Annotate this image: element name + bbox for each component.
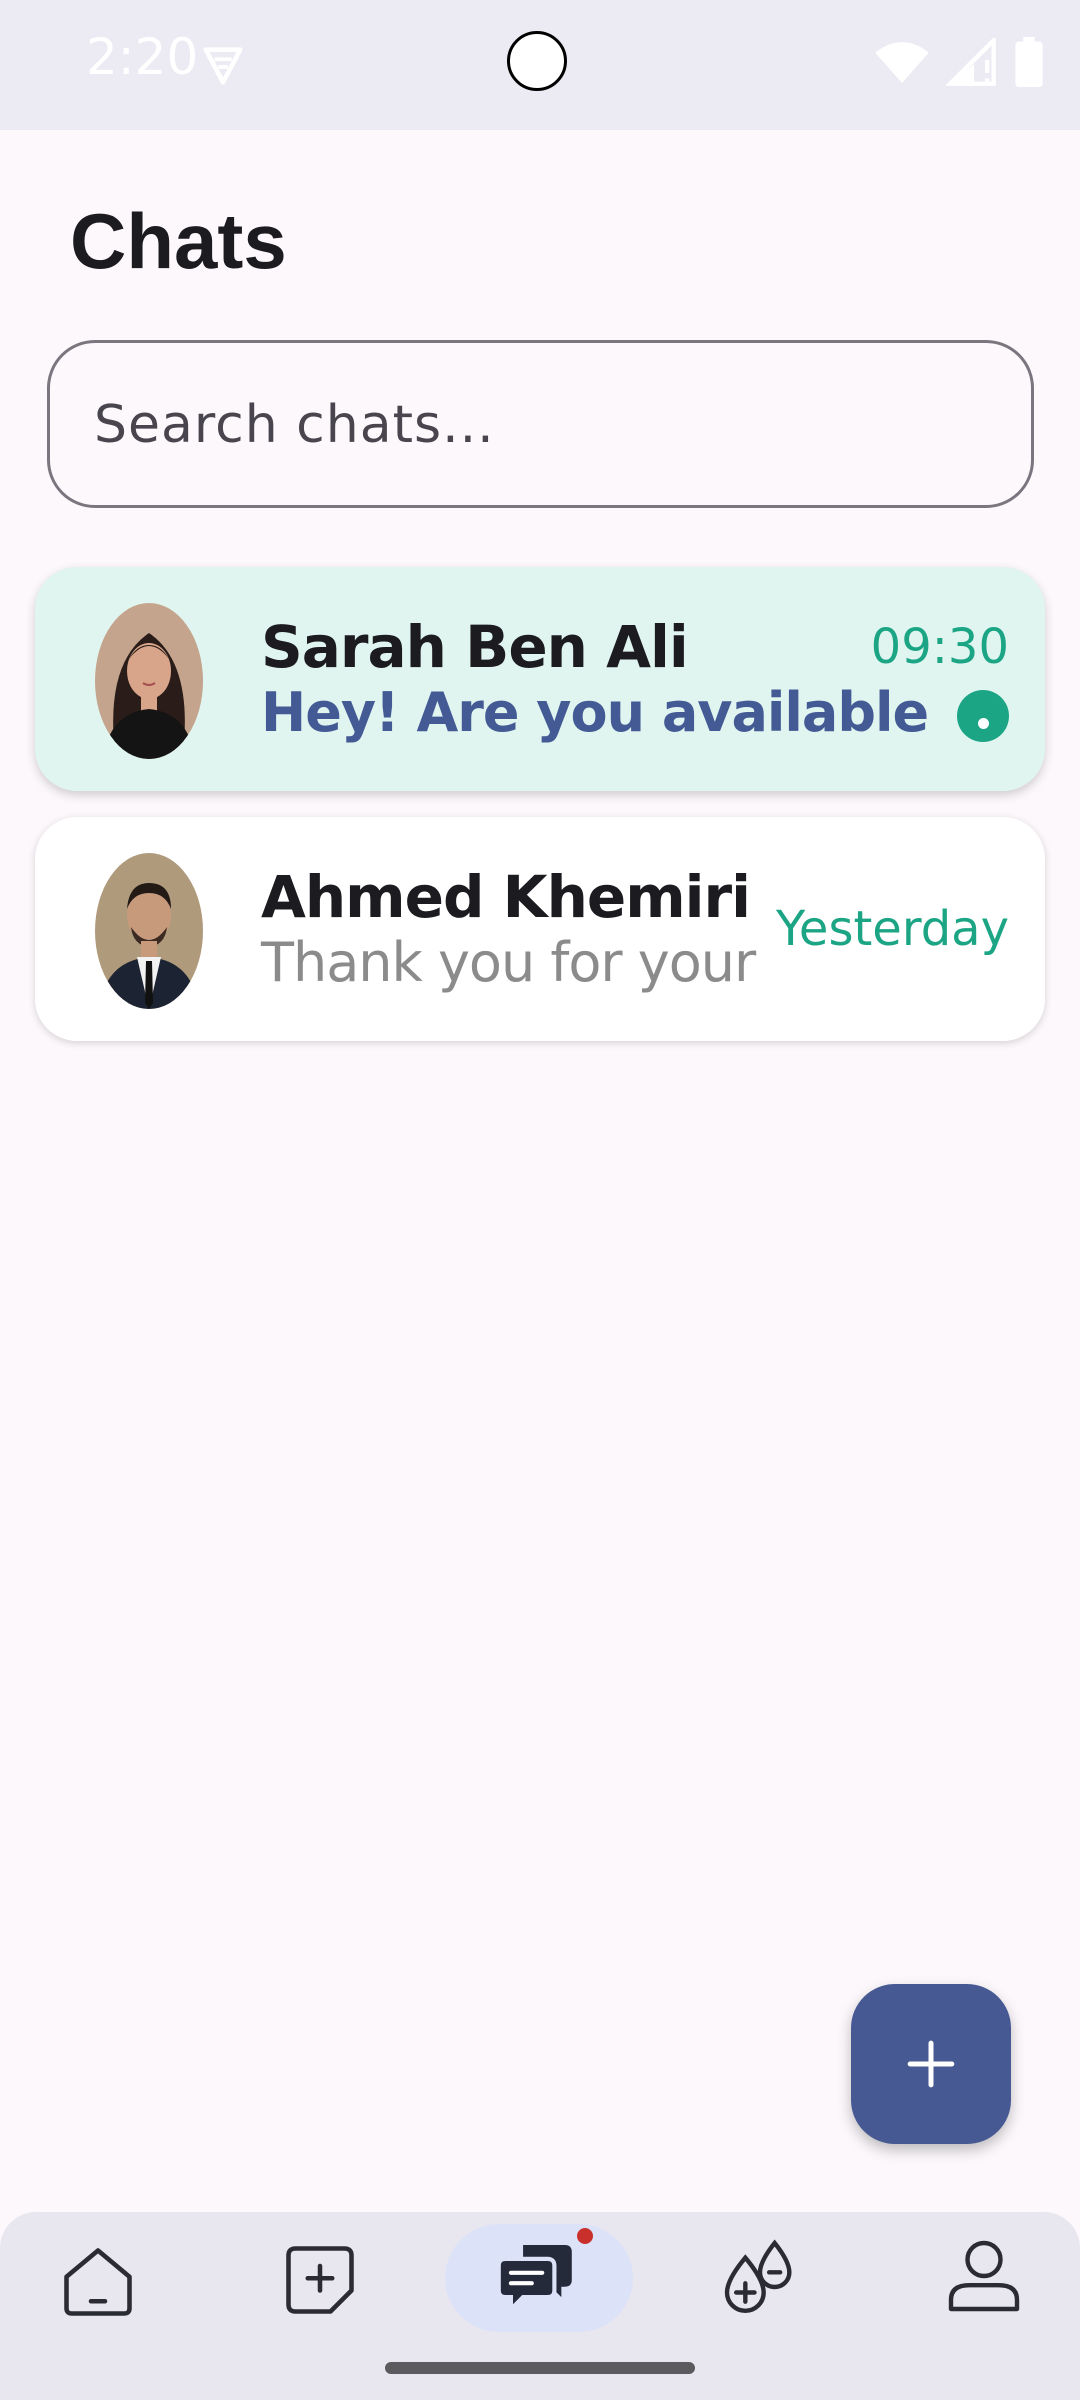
notification-badge-icon [577, 2228, 593, 2244]
search-box[interactable] [47, 340, 1034, 508]
vpn-icon [203, 47, 243, 85]
signal-icon [946, 38, 996, 86]
status-time: 2:20 [86, 28, 199, 86]
search-input[interactable] [92, 343, 976, 507]
status-bar: 2:20 [0, 0, 1080, 130]
unread-indicator-icon [957, 690, 1009, 742]
chat-item-sarah[interactable]: Sarah Ben Ali Hey! Are you available 09:… [35, 567, 1045, 791]
chat-name: Ahmed Khemiri [261, 863, 751, 931]
avatar [95, 853, 203, 1009]
page-title: Chats [70, 197, 287, 285]
blood-drop-icon [724, 2239, 792, 2313]
status-icons [874, 36, 1044, 88]
avatar [95, 603, 203, 759]
new-chat-button[interactable] [851, 1984, 1011, 2144]
home-icon [64, 2248, 132, 2316]
wifi-icon [875, 42, 929, 83]
nav-chats[interactable] [445, 2224, 633, 2332]
chat-time: 09:30 [870, 619, 1009, 675]
add-note-icon [286, 2246, 354, 2314]
chat-name: Sarah Ben Ali [261, 613, 689, 681]
nav-add-post[interactable] [278, 2238, 362, 2322]
nav-donations[interactable] [716, 2232, 800, 2316]
chat-icon [496, 2244, 572, 2315]
chat-preview: Hey! Are you available [261, 681, 929, 744]
battery-icon [1015, 37, 1043, 87]
chat-time: Yesterday [775, 901, 1009, 957]
plus-icon [907, 2040, 955, 2088]
profile-icon [948, 2240, 1020, 2312]
chat-item-ahmed[interactable]: Ahmed Khemiri Thank you for your Yesterd… [35, 817, 1045, 1041]
front-camera [507, 31, 567, 91]
nav-home[interactable] [56, 2240, 140, 2324]
chat-preview: Thank you for your [261, 931, 756, 994]
home-indicator[interactable] [385, 2362, 695, 2374]
bottom-nav [0, 2212, 1080, 2400]
nav-profile[interactable] [940, 2232, 1024, 2316]
